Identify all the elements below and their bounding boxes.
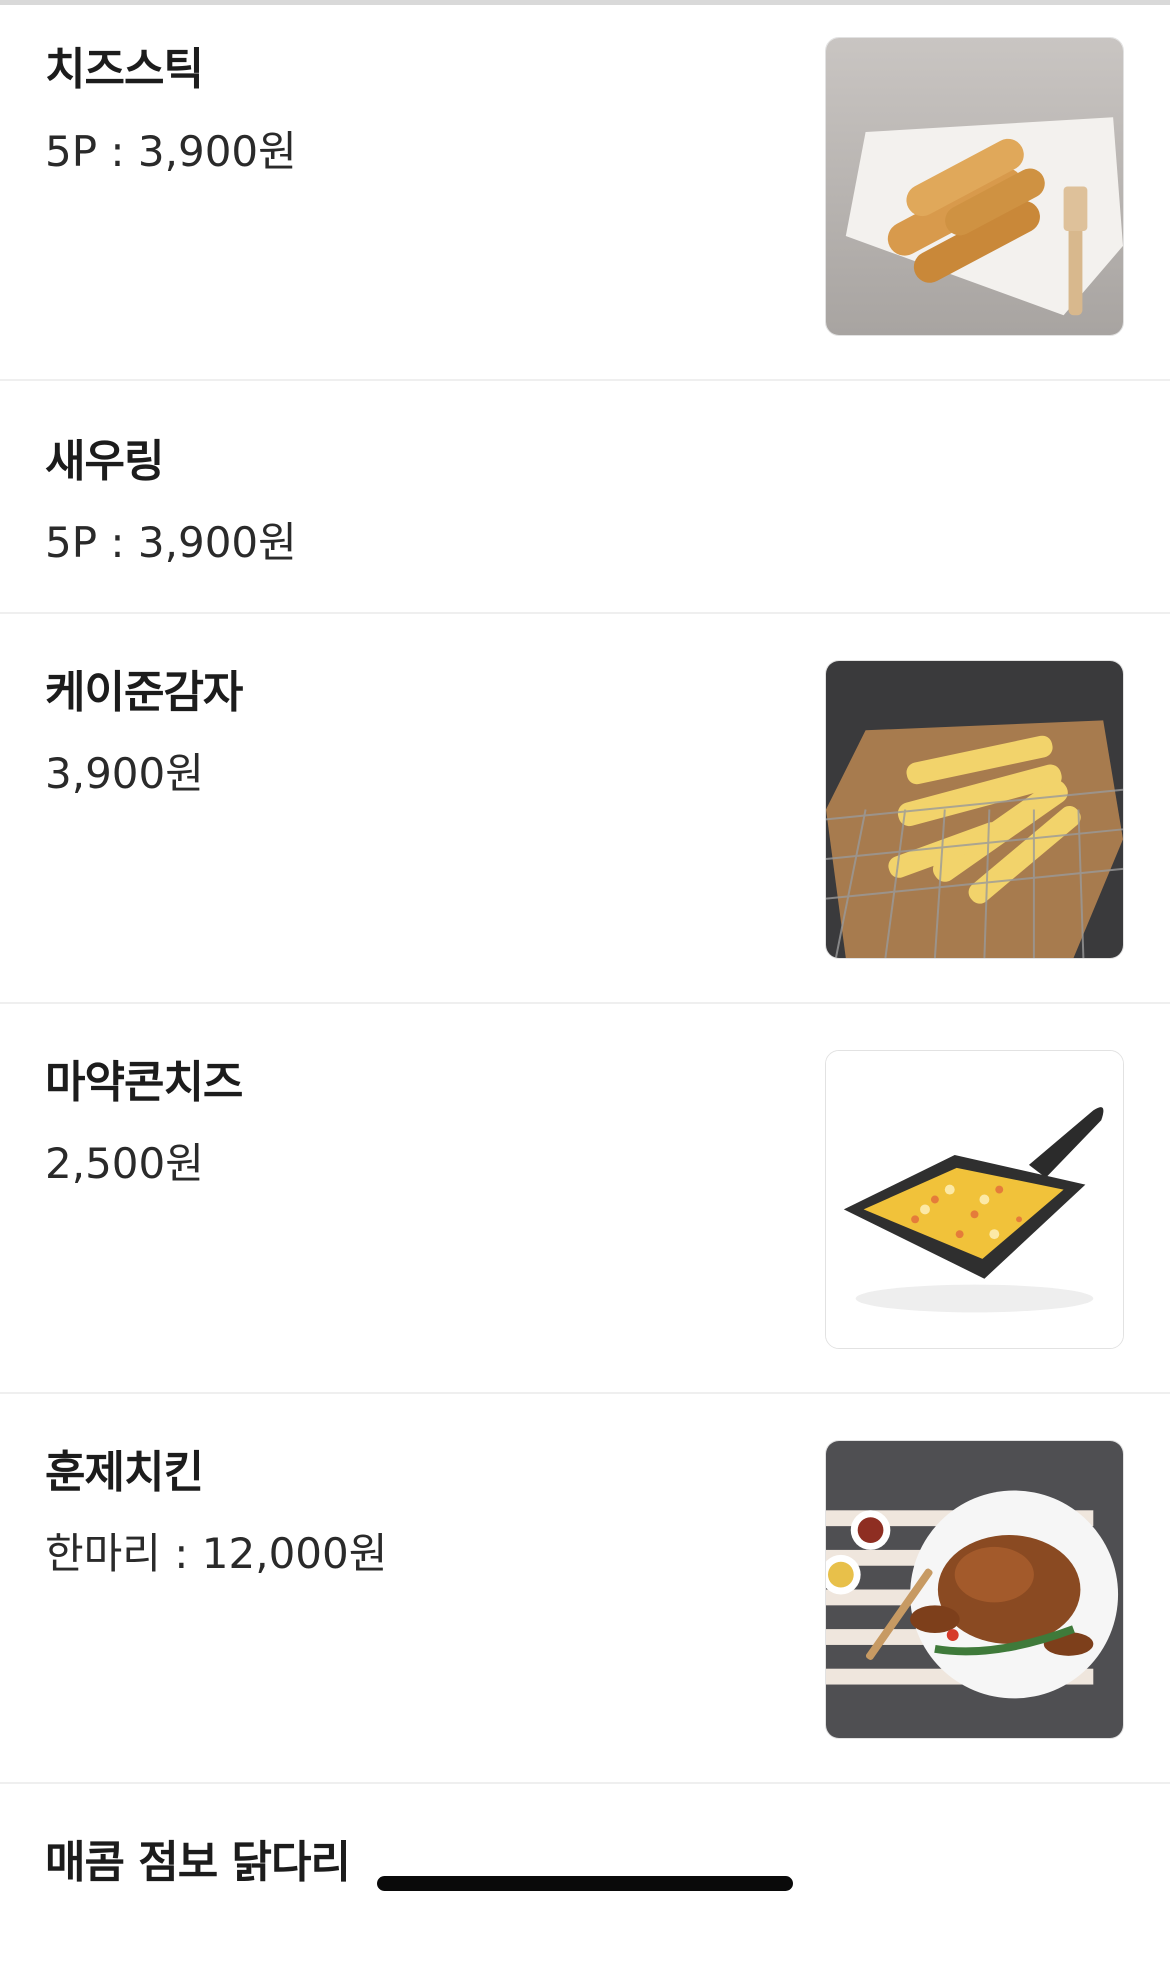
menu-item-corn-cheese[interactable]: 마약콘치즈 2,500원 — [0, 1004, 1170, 1394]
menu-item-cajun-fries[interactable]: 케이준감자 3,900원 — [0, 614, 1170, 1004]
menu-item-price: 3,900원 — [45, 749, 204, 798]
home-indicator[interactable] — [377, 1876, 793, 1891]
menu-item-price: 5P : 3,900원 — [45, 518, 297, 567]
menu-item-smoked-chicken[interactable]: 훈제치킨 한마리 : 12,000원 — [0, 1394, 1170, 1784]
menu-list: 치즈스틱 5P : 3,900원 새우링 5P: 3,900원 케이준감자 3… — [0, 5, 1170, 1984]
corn-cheese-photo[interactable] — [825, 1050, 1124, 1349]
smoked-chicken-photo[interactable] — [825, 1440, 1124, 1739]
menu-item-name: 훈제치킨 — [45, 1447, 204, 1498]
menu-item-name: 새우링 — [45, 436, 164, 487]
menu-item-name: 매콤 점보 닭다리 — [45, 1837, 351, 1888]
menu-item-name: 치즈스틱 — [45, 44, 204, 95]
menu-item-price: 2,500원 — [45, 1139, 204, 1188]
menu-item-name: 마약콘치즈 — [45, 1057, 243, 1108]
menu-item-shrimp-ring[interactable]: 새우링 5P : 3,900원 — [0, 381, 1170, 614]
menu-item-name: 케이준감자 — [45, 667, 243, 718]
cheese-stick-photo[interactable] — [825, 37, 1124, 336]
cajun-fries-photo[interactable] — [825, 660, 1124, 959]
menu-item-price: 5P : 3,900원 — [45, 127, 297, 176]
menu-item-price: 한마리 : 12,000원 — [45, 1529, 388, 1578]
menu-item-cheese-stick[interactable]: 치즈스틱 5P : 3,900원 — [0, 5, 1170, 381]
